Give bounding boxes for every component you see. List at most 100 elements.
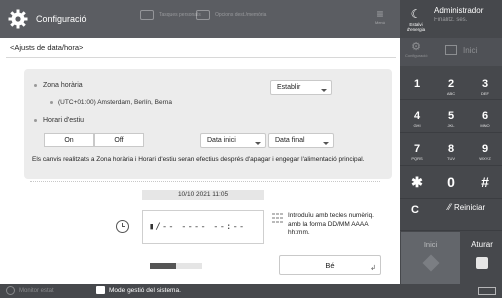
bullet-dot	[34, 84, 37, 87]
energy-label: Estalvi d'energia	[406, 22, 426, 32]
progress-fill	[150, 263, 176, 269]
key-digit: 5	[447, 110, 455, 122]
key-digit: 8	[447, 143, 455, 155]
monitor-label: Monitor estat	[19, 287, 54, 294]
datetime-input-value: ▮/-- ---- --:--	[149, 222, 246, 232]
start-label: Inici	[423, 240, 438, 249]
stop-button[interactable]: Aturar	[462, 232, 502, 284]
key-digit: 0	[447, 174, 455, 190]
screen: Configuració Tasques personals Opcions d…	[0, 0, 502, 298]
keypad-icon	[272, 213, 283, 223]
key-hash[interactable]: #	[468, 168, 502, 196]
caret-icon	[321, 89, 327, 92]
restart-notice: Els canvis realitzats a Zona horària i H…	[32, 156, 365, 163]
system-mode-status: Mode gestió del sistema.	[96, 286, 181, 294]
menu-button[interactable]: ≡ Menú	[368, 8, 392, 25]
home-shortcut[interactable]: Inici	[445, 45, 477, 55]
key-digit: 6	[481, 110, 489, 122]
current-datetime: 10/10 2021 11:05	[142, 190, 264, 200]
bullet-dot	[34, 119, 37, 122]
caret-icon	[323, 142, 329, 145]
ok-button[interactable]: Bé ↲	[279, 255, 381, 275]
stop-square-icon	[476, 257, 488, 269]
key-digit: ✱	[411, 174, 423, 190]
energy-saver-button[interactable]: ☾ Estalvi d'energia	[400, 0, 432, 38]
dst-on-option[interactable]: On	[44, 133, 94, 147]
clear-key[interactable]: C	[405, 201, 425, 219]
bullet-dot	[50, 101, 53, 104]
key-7[interactable]: 7 PQRS	[400, 137, 434, 165]
key-letters: TUV	[447, 156, 455, 161]
ok-label: Bé	[325, 261, 335, 270]
dst-off-option[interactable]: Off	[94, 133, 144, 147]
start-diamond-icon	[422, 254, 439, 272]
timezone-heading: Zona horària	[34, 82, 83, 89]
key-5[interactable]: 5 JKL	[434, 104, 468, 132]
end-date-button[interactable]: Data final	[268, 133, 334, 148]
key-letters: ABC	[446, 91, 456, 96]
mode-icon	[96, 286, 105, 294]
start-date-button[interactable]: Data inici	[200, 133, 266, 148]
key-4[interactable]: 4 GHI	[400, 104, 434, 132]
key-9[interactable]: 9 WXYZ	[468, 137, 502, 165]
stop-label: Aturar	[471, 240, 493, 249]
config-shortcut-label: Configuració	[405, 53, 428, 58]
settings-tab[interactable]: Configuració	[8, 7, 128, 31]
settings-tab-label: Configuració	[36, 14, 87, 24]
key-letters: PQRS	[411, 156, 423, 161]
config-shortcut[interactable]: ⚙ Configuració	[405, 41, 427, 58]
battery-icon	[478, 287, 496, 295]
dest-memory-button[interactable]: Opcions dest./memòria	[196, 10, 266, 20]
reset-label: Reiniciar	[454, 202, 486, 212]
key-1[interactable]: 1	[400, 72, 434, 100]
status-bar	[0, 284, 502, 298]
dotted-divider	[30, 181, 380, 182]
config-gear-icon: ⚙	[411, 41, 421, 53]
personal-tasks-button[interactable]: Tasques personals	[140, 10, 201, 20]
key-6[interactable]: 6 MNO	[468, 104, 502, 132]
key-3[interactable]: 3 DEF	[468, 72, 502, 100]
key-letters: MNO	[480, 123, 490, 128]
input-hint: Introduïu amb tecles numèriq. amb la for…	[288, 212, 374, 236]
return-icon: ↲	[370, 265, 376, 272]
key-8[interactable]: 8 TUV	[434, 137, 468, 165]
key-star[interactable]: ✱	[400, 168, 434, 196]
end-date-label: Data final	[275, 137, 305, 144]
key-letters: GHI	[413, 123, 421, 128]
key-digit: 1	[413, 78, 421, 90]
mode-label: Mode gestió del sistema.	[109, 286, 181, 294]
set-timezone-button[interactable]: Establir	[270, 80, 332, 95]
key-0[interactable]: 0	[434, 168, 468, 196]
key-digit: 7	[413, 143, 421, 155]
key-letters: DEF	[481, 91, 489, 96]
key-letters: JKL	[447, 123, 455, 128]
gear-icon	[8, 9, 28, 29]
dst-heading: Horari d'estiu	[34, 117, 84, 124]
title-divider	[6, 57, 396, 58]
status-monitor-button[interactable]: Monitor estat	[6, 286, 54, 295]
key-digit: 9	[481, 143, 489, 155]
dest-memory-label: Opcions dest./memòria	[215, 12, 267, 18]
tasks-icon	[140, 10, 154, 20]
admin-name: Administrador	[434, 6, 484, 15]
home-icon	[445, 45, 457, 55]
timezone-value-row: (UTC+01:00) Amsterdam, Berlín, Berna	[50, 99, 172, 106]
user-area[interactable]: Administrador Finalitz. ses.	[434, 5, 502, 25]
page-title: <Ajusts de data/hora>	[10, 43, 84, 52]
keypad-divider	[400, 230, 502, 231]
keypad-divider	[400, 132, 502, 133]
key-2[interactable]: 2 ABC	[434, 72, 468, 100]
start-button[interactable]: Inici	[401, 232, 460, 284]
key-digit: #	[481, 174, 489, 190]
datetime-input[interactable]: ▮/-- ---- --:--	[142, 210, 264, 244]
set-label: Establir	[277, 84, 301, 91]
dst-label: Horari d'estiu	[43, 117, 85, 124]
keypad-divider	[400, 165, 502, 166]
dst-toggle: On Off	[44, 133, 144, 147]
slash-icon: ⁄⁄	[448, 202, 452, 212]
reset-button[interactable]: ⁄⁄ Reiniciar	[448, 202, 485, 212]
memory-icon	[196, 10, 210, 20]
monitor-icon	[6, 286, 15, 295]
key-letters: WXYZ	[479, 156, 491, 161]
caret-icon	[255, 142, 261, 145]
